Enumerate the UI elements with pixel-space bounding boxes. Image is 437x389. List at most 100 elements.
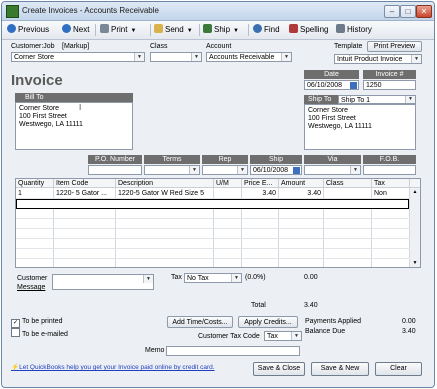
cell-item-code[interactable]: 1220- 5 Gator ... bbox=[54, 189, 115, 198]
add-time-costs-button[interactable]: Add Time/Costs... bbox=[167, 316, 233, 328]
ship-to-label: Ship To bbox=[308, 96, 332, 103]
row-divider bbox=[16, 258, 420, 259]
chevron-down-icon: ▼ bbox=[186, 28, 193, 34]
fob-field[interactable] bbox=[363, 165, 416, 175]
to-be-printed-checkbox[interactable]: ✓ To be printed bbox=[11, 318, 62, 328]
save-new-button[interactable]: Save & New bbox=[311, 362, 369, 376]
quickbooks-app-icon bbox=[6, 5, 19, 18]
column-header-um[interactable]: U/M bbox=[214, 179, 242, 188]
calendar-icon[interactable] bbox=[350, 82, 357, 89]
chevron-down-icon[interactable]: ▼ bbox=[411, 55, 421, 63]
chevron-down-icon[interactable]: ▼ bbox=[143, 275, 153, 283]
via-select[interactable]: ▼ bbox=[304, 165, 361, 175]
print-button[interactable]: Print ▼ bbox=[100, 24, 136, 36]
cell-amount[interactable]: 3.40 bbox=[279, 189, 323, 198]
scroll-up-icon[interactable]: ▲ bbox=[410, 188, 420, 196]
minimize-button[interactable]: – bbox=[384, 5, 400, 18]
vertical-scrollbar[interactable]: ▲ ▼ bbox=[410, 188, 420, 267]
spellcheck-icon bbox=[289, 24, 298, 33]
ship-to-select[interactable]: Ship To 1 ▼ bbox=[338, 95, 416, 104]
memo-label: Memo bbox=[145, 347, 165, 354]
column-header-class[interactable]: Class bbox=[324, 179, 372, 188]
rep-select[interactable]: ▼ bbox=[202, 165, 248, 175]
ship-to-line: 100 First Street bbox=[308, 115, 356, 122]
print-preview-button[interactable]: Print Preview bbox=[367, 41, 422, 52]
toolbar: Previous Next Print ▼ Send ▼ Ship ▼ Find Sp… bbox=[2, 21, 434, 40]
markup-link[interactable]: [Markup] bbox=[62, 43, 89, 50]
cell-class[interactable] bbox=[324, 189, 371, 198]
column-header-quantity[interactable]: Quantity bbox=[16, 179, 54, 188]
memo-field[interactable] bbox=[166, 346, 300, 356]
cell-description[interactable]: 1220-5 Gator W Red Size 5 bbox=[116, 189, 213, 198]
account-select[interactable]: Accounts Receivable ▼ bbox=[206, 52, 292, 62]
template-select[interactable]: Intuit Product Invoice ▼ bbox=[334, 54, 422, 64]
search-icon bbox=[253, 24, 262, 33]
po-number-field[interactable] bbox=[88, 165, 142, 175]
column-header-tax[interactable]: Tax bbox=[372, 179, 410, 188]
row-divider bbox=[16, 218, 420, 219]
ship-date-label: Ship bbox=[250, 155, 302, 164]
chevron-down-icon: ▼ bbox=[233, 28, 239, 34]
customer-tax-code-select[interactable]: Tax ▼ bbox=[264, 331, 302, 341]
row-divider bbox=[16, 238, 420, 239]
column-header-amount[interactable]: Amount bbox=[279, 179, 324, 188]
column-header-price-each[interactable]: Price E... bbox=[242, 179, 279, 188]
scroll-down-icon[interactable]: ▼ bbox=[410, 259, 420, 267]
customer-tax-code-label: Customer Tax Code bbox=[198, 333, 260, 340]
maximize-button[interactable]: □ bbox=[400, 5, 416, 18]
previous-button[interactable]: Previous bbox=[7, 24, 49, 36]
total-value: 3.40 bbox=[304, 302, 318, 309]
close-button[interactable]: ✕ bbox=[416, 5, 432, 18]
calendar-icon[interactable] bbox=[293, 167, 300, 174]
checkmark-icon[interactable]: ✓ bbox=[11, 319, 20, 328]
customer-message-select[interactable]: ▼ bbox=[52, 274, 154, 290]
terms-select[interactable]: ▼ bbox=[144, 165, 200, 175]
customer-job-select[interactable]: Corner Store ▼ bbox=[11, 52, 145, 62]
chevron-down-icon[interactable]: ▼ bbox=[191, 53, 201, 61]
apply-credits-button[interactable]: Apply Credits... bbox=[238, 316, 298, 328]
to-be-emailed-checkbox[interactable]: To be e-mailed bbox=[11, 328, 68, 338]
spelling-button[interactable]: Spelling bbox=[289, 24, 328, 36]
date-field[interactable]: 06/10/2008 bbox=[304, 80, 359, 90]
class-select[interactable]: ▼ bbox=[150, 52, 202, 62]
find-button[interactable]: Find bbox=[253, 24, 280, 36]
line-items-table: Quantity Item Code Description U/M Price… bbox=[15, 178, 421, 268]
balance-due-label: Balance Due bbox=[305, 328, 346, 335]
table-row-selected[interactable] bbox=[16, 199, 409, 209]
chevron-down-icon[interactable]: ▼ bbox=[189, 166, 199, 174]
cell-tax[interactable]: Non bbox=[372, 189, 409, 198]
scrollbar-header bbox=[410, 179, 420, 188]
tax-rate: (0.0%) bbox=[245, 274, 266, 281]
chevron-down-icon[interactable]: ▼ bbox=[405, 96, 415, 103]
customer-message-label: Customer Message bbox=[17, 275, 48, 291]
next-button[interactable]: Next bbox=[62, 24, 89, 36]
clear-button[interactable]: Clear bbox=[375, 362, 422, 376]
column-header-description[interactable]: Description bbox=[116, 179, 214, 188]
column-header-item-code[interactable]: Item Code bbox=[54, 179, 116, 188]
tax-select[interactable]: No Tax ▼ bbox=[184, 273, 242, 283]
ship-button[interactable]: Ship ▼ bbox=[203, 24, 239, 36]
ship-to-address[interactable]: Corner Store 100 First Street Westwego, … bbox=[304, 104, 416, 150]
cell-quantity[interactable]: 1 bbox=[16, 189, 53, 198]
ship-to-line: Corner Store bbox=[308, 107, 349, 114]
checkbox-icon[interactable] bbox=[11, 328, 20, 337]
previous-arrow-icon bbox=[7, 24, 16, 33]
quickbooks-payment-link[interactable]: ⚡Let QuickBooks help you get your Invoic… bbox=[11, 363, 215, 371]
ship-to-line: Westwego, LA 11111 bbox=[308, 123, 372, 130]
chevron-down-icon[interactable]: ▼ bbox=[231, 274, 241, 282]
history-button[interactable]: History bbox=[336, 24, 372, 36]
save-close-button[interactable]: Save & Close bbox=[253, 362, 305, 376]
invoice-number-field[interactable]: 1250 bbox=[363, 80, 416, 90]
send-button[interactable]: Send ▼ bbox=[154, 24, 193, 36]
chevron-down-icon[interactable]: ▼ bbox=[281, 53, 291, 61]
envelope-icon bbox=[154, 24, 163, 33]
chevron-down-icon[interactable]: ▼ bbox=[291, 332, 301, 340]
cell-price-each[interactable]: 3.40 bbox=[242, 189, 278, 198]
chevron-down-icon[interactable]: ▼ bbox=[237, 166, 247, 174]
date-label: Date bbox=[304, 70, 359, 79]
cell-um[interactable] bbox=[214, 189, 241, 198]
bill-to-address[interactable]: Corner Store 100 First Street Westwego, … bbox=[15, 102, 133, 150]
ship-date-field[interactable]: 06/10/2008 bbox=[250, 165, 302, 175]
chevron-down-icon[interactable]: ▼ bbox=[134, 53, 144, 61]
chevron-down-icon[interactable]: ▼ bbox=[350, 166, 360, 174]
